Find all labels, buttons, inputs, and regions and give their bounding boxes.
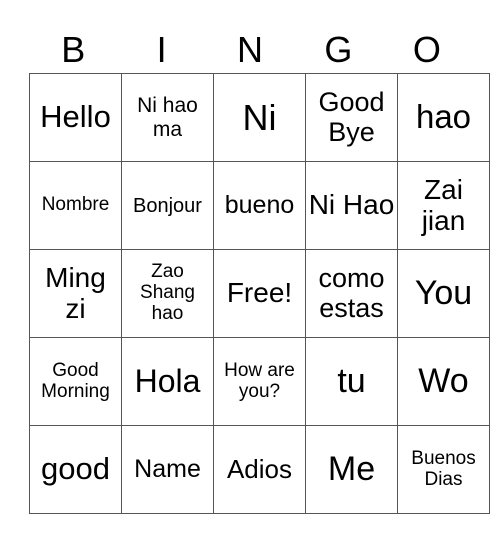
bingo-cell[interactable]: Good Bye	[305, 73, 398, 162]
bingo-cell[interactable]: good	[29, 425, 122, 514]
bingo-grid: Hello Ni hao ma Ni Good Bye hao Nombre Bonjour…	[29, 73, 490, 514]
bingo-cell[interactable]: Adios	[213, 425, 306, 514]
bingo-cell[interactable]: tu	[305, 337, 398, 426]
bingo-row: Hello Ni hao ma Ni Good Bye hao	[29, 73, 490, 162]
bingo-cell[interactable]: Hola	[121, 337, 214, 426]
header-letter-o: O	[412, 29, 441, 70]
bingo-row: Good Morning Hola How are you? tu Wo	[29, 337, 490, 426]
bingo-row: Nombre Bonjour bueno Ni Hao Zai jian	[29, 161, 490, 250]
bingo-cell[interactable]: Ming zi	[29, 249, 122, 338]
bingo-cell[interactable]: Nombre	[29, 161, 122, 250]
bingo-cell[interactable]: Free!	[213, 249, 306, 338]
bingo-cell[interactable]: Bonjour	[121, 161, 214, 250]
bingo-cell[interactable]: Zai jian	[397, 161, 490, 250]
bingo-cell[interactable]: Wo	[397, 337, 490, 426]
header-letter-n: N	[237, 29, 264, 70]
bingo-cell[interactable]: Name	[121, 425, 214, 514]
header-letter-i: I	[156, 29, 167, 70]
bingo-cell[interactable]: bueno	[213, 161, 306, 250]
bingo-header: B I N G O	[29, 28, 471, 72]
bingo-cell[interactable]: How are you?	[213, 337, 306, 426]
bingo-row: Ming zi Zao Shang hao Free! como estas You	[29, 249, 490, 338]
header-letter-b: B	[61, 29, 86, 70]
bingo-row: good Name Adios Me Buenos Dias	[29, 425, 490, 514]
bingo-cell[interactable]: Zao Shang hao	[121, 249, 214, 338]
bingo-cell[interactable]: hao	[397, 73, 490, 162]
bingo-cell[interactable]: Hello	[29, 73, 122, 162]
bingo-cell[interactable]: Me	[305, 425, 398, 514]
bingo-cell[interactable]: Ni hao ma	[121, 73, 214, 162]
bingo-cell[interactable]: Ni Hao	[305, 161, 398, 250]
bingo-cell[interactable]: You	[397, 249, 490, 338]
bingo-cell[interactable]: Ni	[213, 73, 306, 162]
bingo-cell[interactable]: Good Morning	[29, 337, 122, 426]
header-letter-g: G	[324, 29, 353, 70]
bingo-cell[interactable]: como estas	[305, 249, 398, 338]
bingo-cell[interactable]: Buenos Dias	[397, 425, 490, 514]
